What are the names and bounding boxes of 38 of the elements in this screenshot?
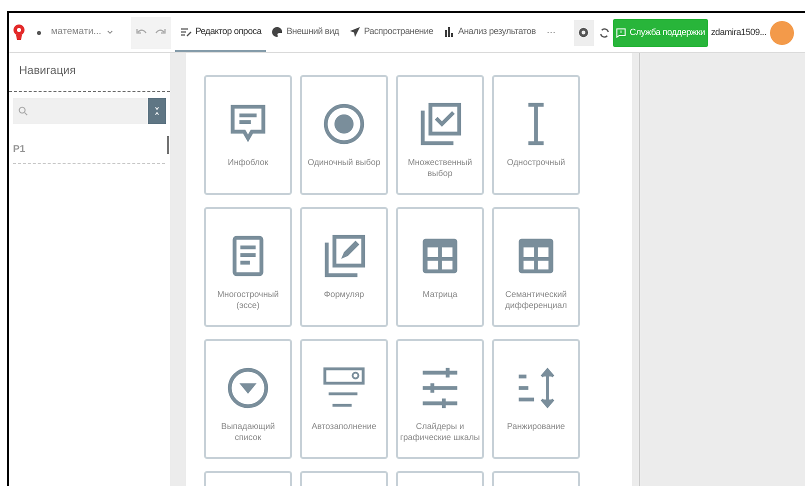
- paper-plane-icon: [348, 26, 361, 38]
- survey-name-dropdown[interactable]: математи...: [51, 25, 114, 40]
- question-type-tile[interactable]: Инфоблок: [204, 75, 292, 195]
- question-type-tile[interactable]: Множественный выбор: [396, 75, 484, 195]
- avatar[interactable]: [770, 20, 794, 44]
- nav-tab[interactable]: Внешний вид: [266, 13, 344, 52]
- more-button[interactable]: ···: [546, 26, 556, 40]
- support-button[interactable]: Служба поддержки: [612, 18, 708, 46]
- preview-button[interactable]: [574, 20, 594, 46]
- question-type-tile[interactable]: Выпадающий список: [204, 339, 292, 459]
- search-icon: [18, 106, 28, 116]
- page-item[interactable]: P1: [13, 136, 165, 164]
- radio-icon: [321, 101, 367, 147]
- edit-lines-icon: [180, 26, 192, 38]
- question-type-tile[interactable]: Слайдеры и графические шкалы: [396, 339, 484, 459]
- question-type-tile[interactable]: Ранжирование: [492, 339, 580, 459]
- question-type-tile[interactable]: Автозаполнение: [300, 339, 388, 459]
- question-type-tile[interactable]: Одиночный выбор: [300, 75, 388, 195]
- collapse-button[interactable]: [148, 98, 166, 124]
- nav-tab[interactable]: Анализ результатов: [438, 13, 541, 52]
- chat-icon: [616, 28, 626, 38]
- question-type-tile[interactable]: Матрица: [396, 207, 484, 327]
- logo-icon[interactable]: [13, 22, 25, 42]
- question-type-tile[interactable]: Многострочный (эссе): [204, 207, 292, 327]
- question-type-tile[interactable]: Семантический дифференциал: [492, 207, 580, 327]
- dropdown-icon: [225, 365, 271, 411]
- collapse-icon: [154, 106, 160, 116]
- eye-icon: [578, 27, 590, 38]
- nav-tab[interactable]: Распространение: [344, 13, 438, 52]
- question-type-tile[interactable]: Однострочный: [492, 75, 580, 195]
- question-type-tile[interactable]: Формуляр: [300, 207, 388, 327]
- bar-chart-icon: [443, 26, 456, 38]
- palette-icon: [271, 26, 284, 38]
- refresh-icon[interactable]: [598, 26, 610, 38]
- scrollbar[interactable]: [167, 136, 169, 154]
- search-field[interactable]: [13, 98, 148, 124]
- username[interactable]: zdamira1509...: [710, 26, 766, 40]
- chevron-icon: [107, 30, 114, 35]
